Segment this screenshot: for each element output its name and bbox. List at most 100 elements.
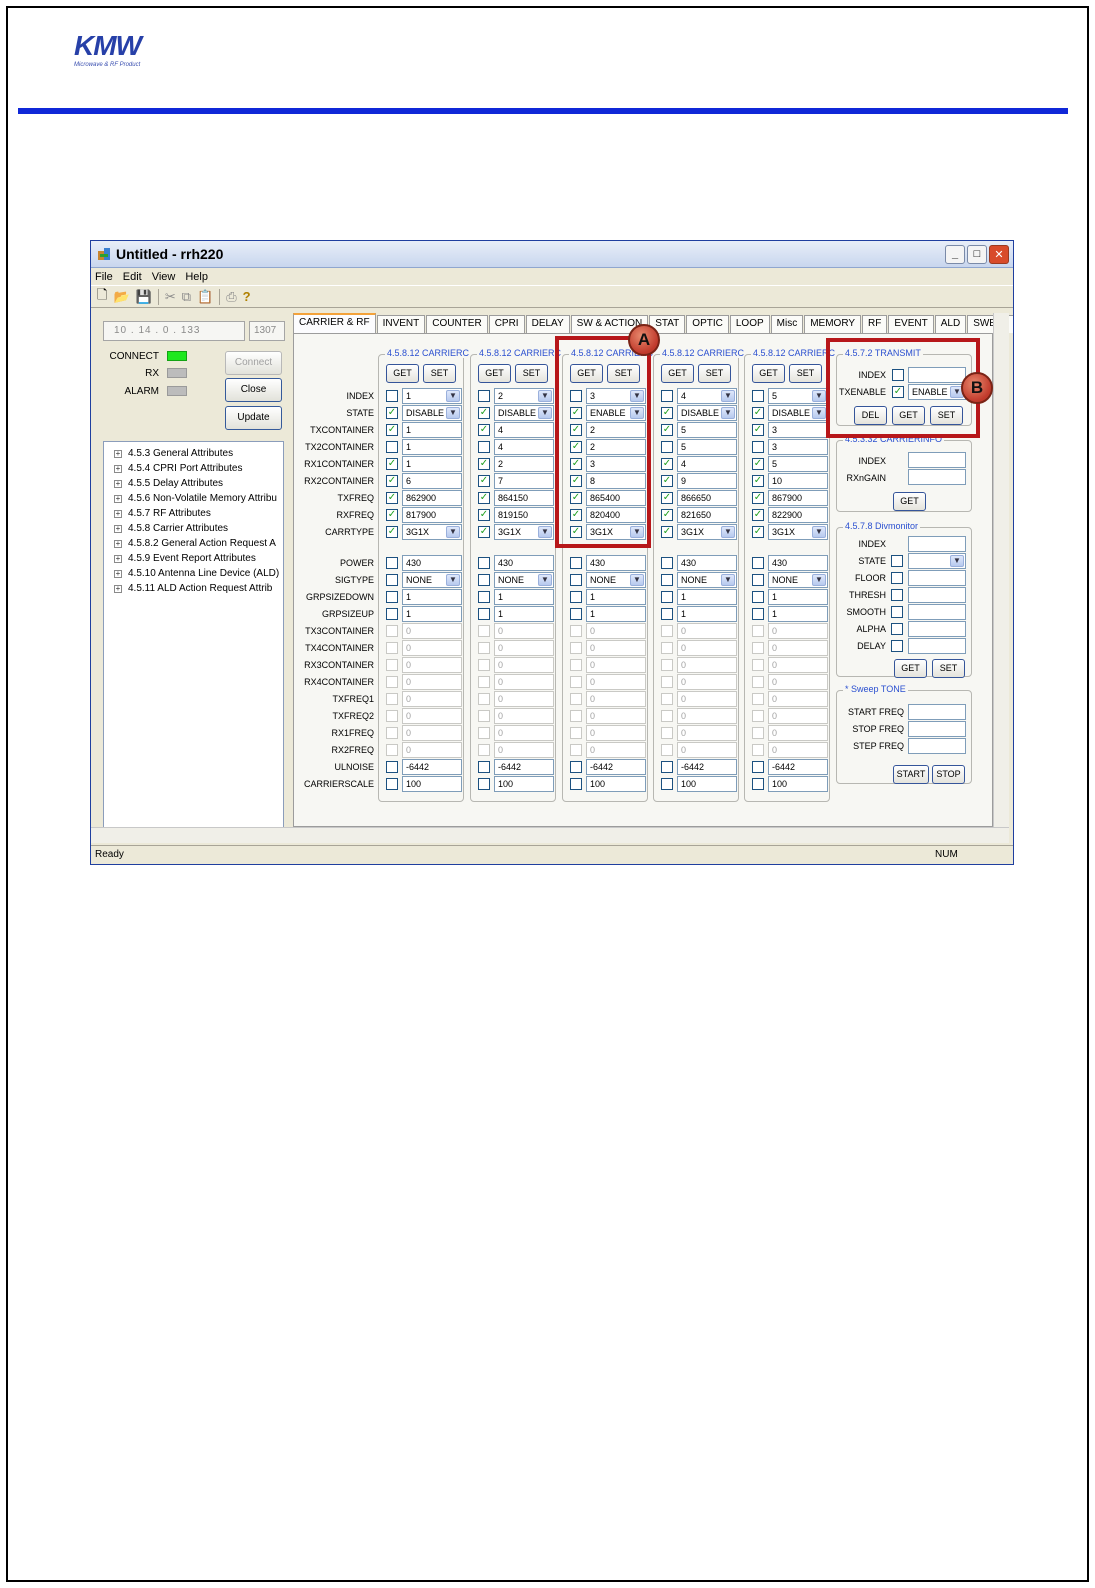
row-checkbox[interactable]	[570, 557, 582, 569]
value-field[interactable]: 4	[494, 439, 554, 455]
chevron-down-icon[interactable]: ▼	[721, 574, 735, 586]
row-checkbox[interactable]	[661, 608, 673, 620]
tree-item[interactable]: +4.5.4 CPRI Port Attributes	[104, 461, 283, 476]
row-checkbox[interactable]	[752, 574, 764, 586]
port-field[interactable]: 1307	[249, 321, 285, 341]
tree-item[interactable]: +4.5.7 RF Attributes	[104, 506, 283, 521]
row-checkbox[interactable]	[478, 390, 490, 402]
chevron-down-icon[interactable]: ▼	[812, 574, 826, 586]
get-button[interactable]: GET	[478, 364, 511, 383]
get-button[interactable]: GET	[386, 364, 419, 383]
row-checkbox[interactable]	[478, 591, 490, 603]
row-checkbox[interactable]	[386, 761, 398, 773]
divmonitor-field[interactable]	[908, 536, 966, 552]
row-checkbox[interactable]	[661, 557, 673, 569]
chevron-down-icon[interactable]: ▼	[538, 574, 552, 586]
tree-item[interactable]: +4.5.8.2 General Action Request A	[104, 536, 283, 551]
divmonitor-field[interactable]	[908, 604, 966, 620]
value-field[interactable]: 1	[402, 422, 462, 438]
row-checkbox[interactable]: ✓	[661, 509, 673, 521]
row-checkbox[interactable]	[661, 574, 673, 586]
row-checkbox[interactable]	[752, 608, 764, 620]
tab-delay[interactable]: DELAY	[525, 315, 570, 333]
maximize-button[interactable]: □	[967, 244, 987, 264]
row-checkbox[interactable]	[752, 557, 764, 569]
row-checkbox[interactable]: ✓	[661, 526, 673, 538]
expand-icon[interactable]: +	[114, 494, 122, 503]
expand-icon[interactable]: +	[114, 449, 122, 458]
print-icon[interactable]: ⎙	[226, 289, 236, 305]
row-checkbox[interactable]	[386, 390, 398, 402]
value-field[interactable]: 2	[494, 456, 554, 472]
sweep-stop-button[interactable]: STOP	[932, 765, 965, 784]
set-button[interactable]: SET	[789, 364, 822, 383]
copy-icon[interactable]: ⧉	[182, 289, 191, 305]
rxngain-field[interactable]	[908, 469, 966, 485]
chevron-down-icon[interactable]: ▼	[721, 407, 735, 419]
paste-icon[interactable]: 📋	[197, 289, 213, 305]
sweep-field[interactable]	[908, 704, 966, 720]
tab-invent[interactable]: INVENT	[376, 315, 426, 333]
value-field[interactable]: 1	[677, 589, 737, 605]
row-checkbox[interactable]: ✓	[661, 492, 673, 504]
value-select[interactable]: 3G1X ▼	[494, 524, 554, 540]
chevron-down-icon[interactable]: ▼	[446, 526, 460, 538]
expand-icon[interactable]: +	[114, 539, 122, 548]
chevron-down-icon[interactable]: ▼	[812, 390, 826, 402]
value-field[interactable]: 1	[768, 589, 828, 605]
row-checkbox[interactable]: ✓	[661, 458, 673, 470]
row-checkbox[interactable]	[752, 441, 764, 453]
row-checkbox[interactable]: ✓	[752, 492, 764, 504]
help-icon[interactable]: ?	[243, 289, 251, 304]
divmonitor-checkbox[interactable]	[891, 589, 903, 601]
tab-event[interactable]: EVENT	[888, 315, 934, 333]
tree-item[interactable]: +4.5.6 Non-Volatile Memory Attribu	[104, 491, 283, 506]
value-field[interactable]: 867900	[768, 490, 828, 506]
close-window-button[interactable]: ✕	[989, 244, 1009, 264]
update-button[interactable]: Update	[225, 406, 282, 430]
value-field[interactable]: 1	[402, 439, 462, 455]
value-select[interactable]: 1 ▼	[402, 388, 462, 404]
row-checkbox[interactable]	[752, 390, 764, 402]
row-checkbox[interactable]	[386, 608, 398, 620]
value-field[interactable]: 6	[402, 473, 462, 489]
row-checkbox[interactable]: ✓	[386, 475, 398, 487]
value-field[interactable]: -6442	[586, 759, 646, 775]
tree-item[interactable]: +4.5.11 ALD Action Request Attrib	[104, 581, 283, 596]
row-checkbox[interactable]	[386, 778, 398, 790]
row-checkbox[interactable]: ✓	[661, 475, 673, 487]
divmonitor-set-button[interactable]: SET	[932, 659, 965, 678]
row-checkbox[interactable]	[570, 608, 582, 620]
row-checkbox[interactable]	[386, 591, 398, 603]
value-field[interactable]: 819150	[494, 507, 554, 523]
value-field[interactable]: 1	[494, 606, 554, 622]
row-checkbox[interactable]: ✓	[752, 424, 764, 436]
divmonitor-checkbox[interactable]	[891, 606, 903, 618]
value-field[interactable]: 3	[768, 439, 828, 455]
row-checkbox[interactable]: ✓	[752, 475, 764, 487]
value-field[interactable]: 7	[494, 473, 554, 489]
row-checkbox[interactable]: ✓	[386, 458, 398, 470]
value-field[interactable]: 5	[677, 439, 737, 455]
tab-counter[interactable]: COUNTER	[426, 315, 488, 333]
sweep-start-button[interactable]: START	[893, 765, 929, 784]
row-checkbox[interactable]: ✓	[478, 492, 490, 504]
expand-icon[interactable]: +	[114, 584, 122, 593]
row-checkbox[interactable]	[478, 608, 490, 620]
row-checkbox[interactable]	[386, 557, 398, 569]
row-checkbox[interactable]: ✓	[752, 458, 764, 470]
value-field[interactable]: 430	[586, 555, 646, 571]
chevron-down-icon[interactable]: ▼	[812, 526, 826, 538]
row-checkbox[interactable]: ✓	[386, 407, 398, 419]
value-select[interactable]: DISABLE ▼	[677, 405, 737, 421]
divmonitor-field[interactable]	[908, 638, 966, 654]
value-field[interactable]: -6442	[494, 759, 554, 775]
row-checkbox[interactable]: ✓	[752, 526, 764, 538]
value-field[interactable]: 5	[677, 422, 737, 438]
divmonitor-field[interactable]	[908, 621, 966, 637]
value-field[interactable]: 4	[494, 422, 554, 438]
menu-view[interactable]: View	[152, 271, 176, 283]
value-field[interactable]: 1	[768, 606, 828, 622]
row-checkbox[interactable]	[570, 574, 582, 586]
sweep-field[interactable]	[908, 738, 966, 754]
